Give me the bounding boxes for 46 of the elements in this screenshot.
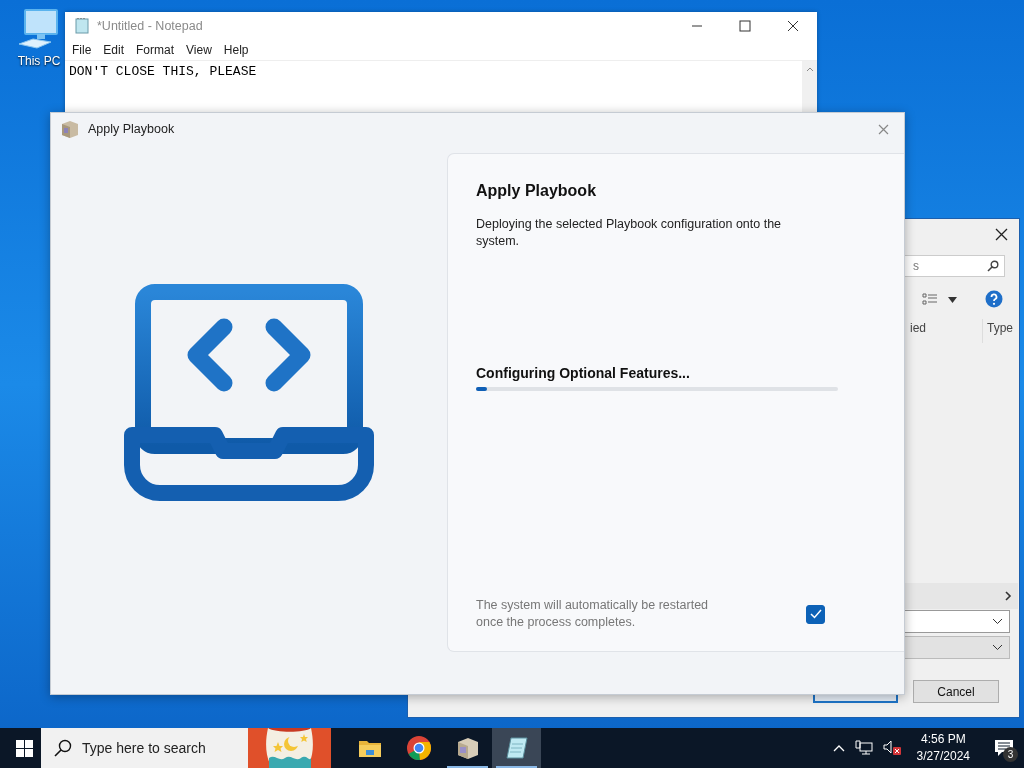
chevron-right-icon[interactable]	[1005, 591, 1012, 601]
box-icon	[60, 119, 80, 139]
computer-icon[interactable]	[17, 8, 61, 52]
network-icon[interactable]	[854, 740, 873, 756]
chevron-down-icon	[992, 618, 1003, 625]
taskbar-app[interactable]	[492, 728, 541, 768]
scroll-up-icon[interactable]	[805, 66, 814, 72]
menu-item[interactable]: File	[72, 43, 92, 57]
window-title: Apply Playbook	[88, 122, 175, 136]
menu-item[interactable]: Edit	[103, 43, 125, 57]
muted-speaker-icon[interactable]	[882, 740, 903, 756]
maximize-icon[interactable]	[739, 20, 751, 32]
start-icon[interactable]	[16, 739, 33, 757]
restart-notice: The system will automatically be restarted once the process completes.	[476, 597, 710, 631]
check-icon	[809, 609, 822, 619]
clock-date[interactable]: 3/27/2024	[916, 748, 970, 765]
taskbar-search-field[interactable]: Type here to search	[41, 728, 248, 768]
menu-item[interactable]: Help	[223, 43, 249, 57]
restart-checkbox[interactable]	[806, 604, 825, 624]
progress-label: Configuring Optional Features...	[476, 365, 690, 381]
window-title: *Untitled - Notepad	[97, 19, 203, 33]
box-icon	[455, 736, 480, 760]
menu-item[interactable]: Format	[136, 43, 175, 57]
view-list-icon[interactable]	[922, 293, 938, 305]
chevron-up-icon[interactable]	[832, 744, 845, 752]
column-header[interactable]: ied	[910, 321, 926, 335]
menu-item[interactable]: View	[186, 43, 212, 57]
search-icon	[987, 260, 999, 272]
chevron-down-icon	[992, 644, 1003, 651]
laptop-code-icon	[124, 282, 374, 503]
column-header[interactable]: Type	[982, 319, 1013, 343]
cancel-button[interactable]: Cancel	[913, 680, 999, 703]
notepad-icon	[75, 18, 89, 34]
clock-time[interactable]: 4:56 PM	[920, 731, 966, 748]
browser-icon	[406, 736, 431, 760]
description-text: Deploying the selected Playbook configuration onto the system.	[476, 216, 783, 250]
folder-icon	[358, 739, 381, 757]
notepad-icon	[505, 736, 528, 760]
close-icon[interactable]	[995, 228, 1008, 241]
dialog-heading: Apply Playbook	[476, 182, 598, 200]
caret-icon[interactable]	[948, 297, 957, 303]
desktop-icon-label[interactable]: This PC	[17, 54, 61, 68]
close-icon[interactable]	[787, 20, 799, 32]
notification-count: 3	[1003, 747, 1018, 762]
search-icon	[54, 739, 72, 757]
help-icon[interactable]	[985, 290, 1003, 308]
